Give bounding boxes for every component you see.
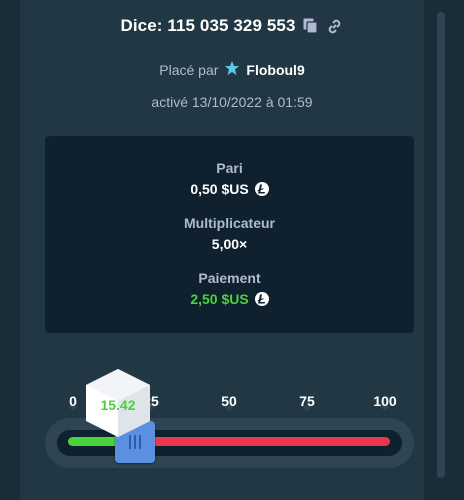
activation-date: activé 13/10/2022 à 01:59 bbox=[151, 94, 313, 110]
payout-label: Paiement bbox=[198, 270, 261, 286]
tick-mark bbox=[68, 406, 78, 411]
multiplier-value: 5,00× bbox=[211, 236, 248, 252]
lose-range-bar bbox=[135, 437, 390, 446]
copy-icon[interactable] bbox=[302, 17, 320, 35]
payout-value-row: 2,50 $US bbox=[45, 291, 414, 307]
placed-by: Placé par Floboul9 bbox=[0, 60, 464, 79]
roll-result-label: 15.42 bbox=[100, 397, 136, 413]
tick-mark bbox=[380, 406, 390, 411]
placed-by-prefix: Placé par bbox=[159, 61, 219, 78]
multiplier-value-row: 5,00× bbox=[45, 236, 414, 252]
payout-stat: Paiement 2,50 $US bbox=[45, 270, 414, 307]
link-icon[interactable] bbox=[326, 17, 344, 35]
username-link[interactable]: Floboul9 bbox=[246, 62, 304, 78]
bet-stat: Pari 0,50 $US bbox=[45, 160, 414, 197]
star-icon bbox=[224, 60, 240, 79]
bet-value-row: 0,50 $US bbox=[45, 181, 414, 197]
litecoin-icon bbox=[254, 292, 269, 306]
tick-mark bbox=[224, 406, 234, 411]
bet-summary-card: Pari 0,50 $US Multiplicateur 5,00× Paiem… bbox=[45, 136, 414, 333]
multiplier-stat: Multiplicateur 5,00× bbox=[45, 215, 414, 252]
bet-label: Pari bbox=[216, 160, 243, 176]
bet-title: Dice: 115 035 329 553 bbox=[120, 16, 296, 35]
bet-value: 0,50 $US bbox=[190, 181, 249, 197]
payout-value: 2,50 $US bbox=[190, 291, 249, 307]
litecoin-icon bbox=[254, 182, 269, 196]
tick-mark bbox=[302, 406, 312, 411]
header: Dice: 115 035 329 553 bbox=[0, 14, 464, 38]
multiplier-label: Multiplicateur bbox=[183, 215, 275, 231]
